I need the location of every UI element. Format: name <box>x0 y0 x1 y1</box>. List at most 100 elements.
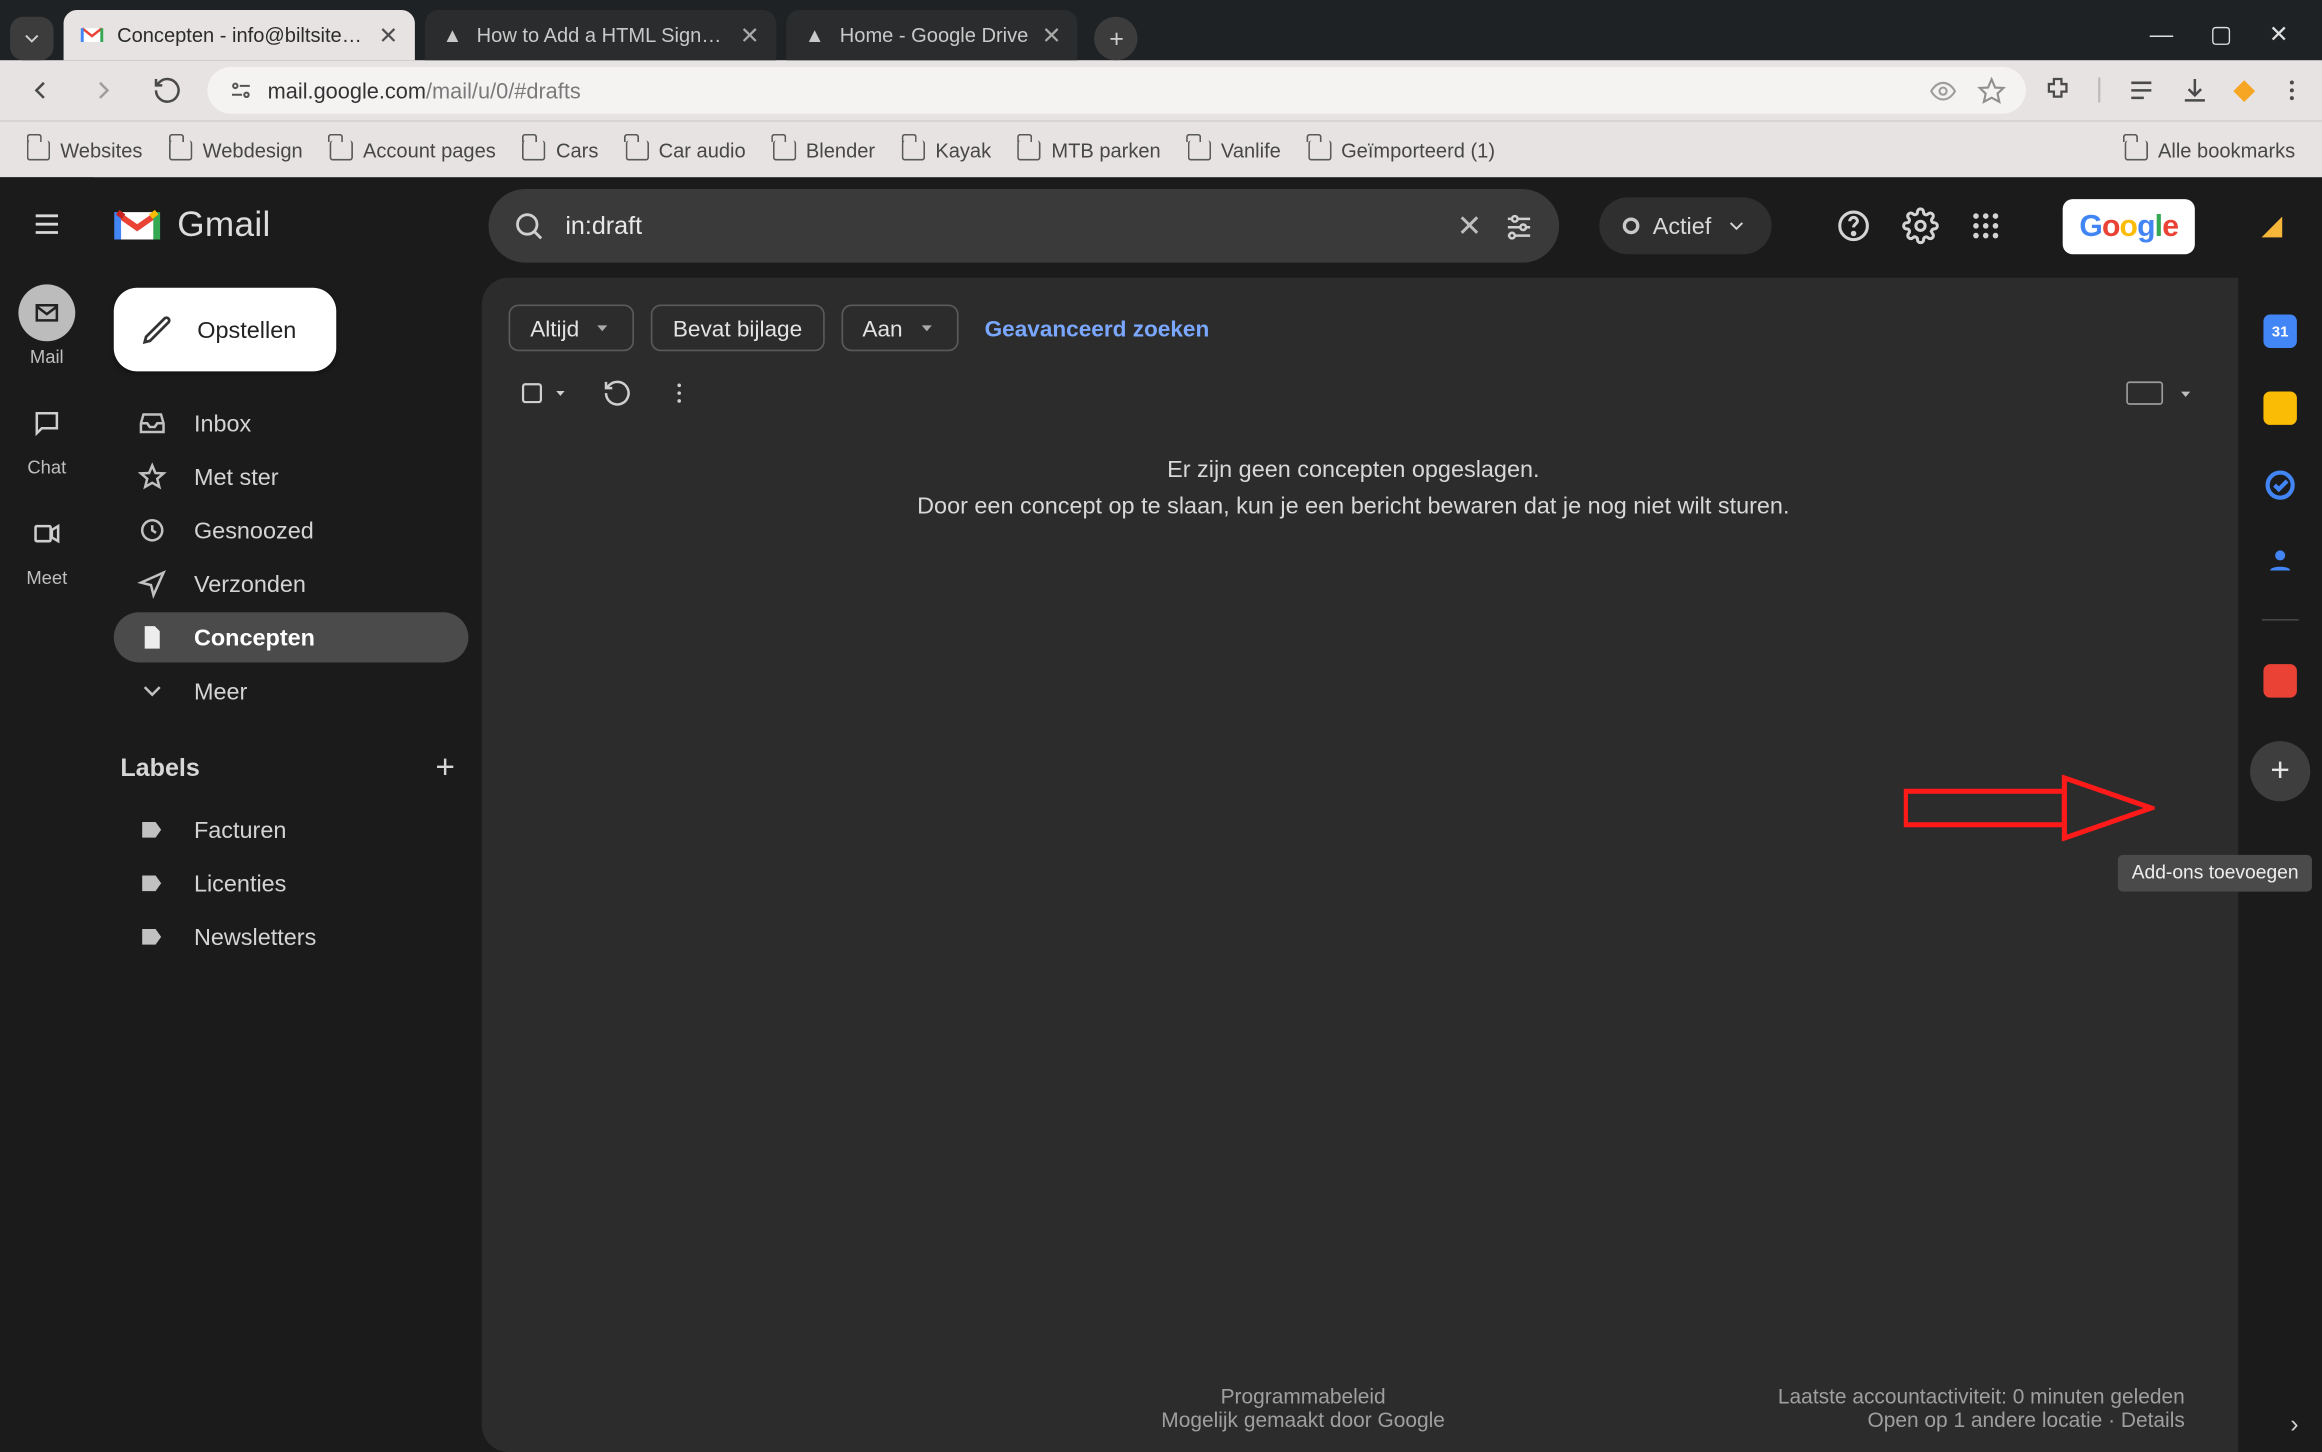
calendar-icon[interactable]: 31 <box>2263 315 2296 348</box>
browser-tab-active[interactable]: Concepten - info@biltsite.com ✕ <box>64 10 415 60</box>
nav-inbox[interactable]: Inbox <box>114 398 469 448</box>
addon-icon[interactable] <box>2263 664 2296 697</box>
chip-to[interactable]: Aan <box>841 304 958 351</box>
status-label: Actief <box>1653 212 1712 239</box>
rail-meet[interactable]: Meet <box>18 505 75 589</box>
chip-attachment[interactable]: Bevat bijlage <box>651 304 824 351</box>
bookmark-folder[interactable]: Account pages <box>330 138 496 161</box>
browser-tab-bar: Concepten - info@biltsite.com ✕ ▲ How to… <box>0 0 2322 60</box>
content-pane: Altijd Bevat bijlage Aan Geavanceerd zoe… <box>482 278 2239 1452</box>
rail-mail[interactable]: Mail <box>18 284 75 368</box>
bookmark-folder[interactable]: Cars <box>523 138 599 161</box>
downloads-icon[interactable] <box>2180 75 2210 105</box>
label-item[interactable]: Facturen <box>114 805 469 855</box>
close-icon[interactable]: ✕ <box>740 21 760 49</box>
content-footer: Programmabeleid Mogelijk gemaakt door Go… <box>498 1375 2208 1432</box>
clock-icon <box>137 515 167 545</box>
nav-snoozed[interactable]: Gesnoozed <box>114 505 469 555</box>
caret-down-icon[interactable] <box>2176 384 2194 402</box>
browser-tab[interactable]: ▲ Home - Google Drive ✕ <box>786 10 1078 60</box>
gmail-brand[interactable]: Gmail <box>114 206 449 246</box>
keep-icon[interactable] <box>2263 391 2296 424</box>
nav-more[interactable]: Meer <box>114 666 469 716</box>
close-window-button[interactable]: ✕ <box>2269 19 2289 47</box>
chevron-down-icon <box>1725 214 1748 237</box>
gmail-header: Gmail ✕ Actief Google <box>94 177 2322 274</box>
nav-starred[interactable]: Met ster <box>114 452 469 502</box>
contacts-icon[interactable] <box>2265 545 2295 575</box>
rail-chat-label: Chat <box>27 458 66 478</box>
bookmark-folder[interactable]: Blender <box>772 138 875 161</box>
bookmark-folder[interactable]: MTB parken <box>1018 138 1161 161</box>
drive-favicon-icon: ▲ <box>442 23 464 46</box>
settings-icon[interactable] <box>1902 207 1939 244</box>
main-menu-button[interactable] <box>13 191 80 258</box>
chevron-down-icon <box>137 676 167 706</box>
reading-list-icon[interactable] <box>2126 75 2156 105</box>
advanced-search-link[interactable]: Geavanceerd zoeken <box>985 315 1210 340</box>
account-details-link[interactable]: Open op 1 andere locatie · Details <box>1750 1409 2185 1432</box>
label-item[interactable]: Licenties <box>114 858 469 908</box>
tabs-menu-button[interactable] <box>10 17 53 60</box>
search-options-icon[interactable] <box>1502 209 1535 242</box>
chrome-menu-icon[interactable] <box>2278 77 2305 104</box>
search-bar[interactable]: ✕ <box>488 189 1559 263</box>
url-field[interactable]: mail.google.com/mail/u/0/#drafts <box>207 67 2025 114</box>
browser-tab[interactable]: ▲ How to Add a HTML Signature ✕ <box>425 10 776 60</box>
new-tab-button[interactable]: + <box>1095 17 1138 60</box>
bookmark-folder[interactable]: Webdesign <box>169 138 303 161</box>
firebase-icon[interactable]: ◆ <box>2233 74 2255 107</box>
empty-state: Er zijn geen concepten opgeslagen. Door … <box>498 425 2208 575</box>
chip-always[interactable]: Altijd <box>508 304 634 351</box>
bookmark-folder[interactable]: Kayak <box>902 138 991 161</box>
get-addons-button[interactable]: + <box>2250 741 2310 801</box>
account-chip[interactable]: Google <box>2063 198 2195 253</box>
minimize-button[interactable]: — <box>2150 19 2173 47</box>
forward-button[interactable] <box>80 67 127 114</box>
select-all-checkbox[interactable] <box>518 380 568 407</box>
bookmark-folder[interactable]: Vanlife <box>1187 138 1280 161</box>
bookmark-folder[interactable]: Car audio <box>625 138 746 161</box>
maximize-button[interactable]: ▢ <box>2210 19 2232 47</box>
drive-favicon-icon: ▲ <box>803 23 826 46</box>
labels-header: Labels + <box>114 749 469 801</box>
close-icon[interactable]: ✕ <box>379 21 399 49</box>
add-label-button[interactable]: + <box>435 749 455 787</box>
gmail-logo-icon <box>114 207 161 244</box>
address-bar: mail.google.com/mail/u/0/#drafts | ◆ <box>0 60 2322 120</box>
close-icon[interactable]: ✕ <box>1042 21 1062 49</box>
extensions-icon[interactable] <box>2042 75 2072 105</box>
window-controls: — ▢ ✕ <box>2150 19 2312 47</box>
rail-chat[interactable]: Chat <box>18 395 75 479</box>
reload-button[interactable] <box>144 67 191 114</box>
bookmark-folder[interactable]: Geïmporteerd (1) <box>1308 138 1495 161</box>
nav-sent[interactable]: Verzonden <box>114 559 469 609</box>
more-actions-button[interactable] <box>666 380 693 407</box>
compose-button[interactable]: Opstellen <box>114 288 337 372</box>
status-chip[interactable]: Actief <box>1599 197 1771 254</box>
clear-search-icon[interactable]: ✕ <box>1457 208 1482 243</box>
back-button[interactable] <box>17 67 64 114</box>
site-settings-icon[interactable] <box>228 77 255 104</box>
eye-icon[interactable] <box>1928 76 1956 104</box>
collapse-panel-button[interactable]: › <box>2290 1410 2298 1438</box>
bookmark-folder[interactable]: Websites <box>27 138 143 161</box>
program-policy-link[interactable]: Programmabeleid <box>856 1385 1749 1408</box>
input-tools-icon[interactable] <box>2126 381 2163 404</box>
star-icon <box>137 462 167 492</box>
send-icon <box>137 569 167 599</box>
tab-title: How to Add a HTML Signature <box>477 23 727 46</box>
apps-icon[interactable] <box>1969 209 2002 242</box>
empty-line1: Er zijn geen concepten opgeslagen. <box>498 452 2208 488</box>
label-item[interactable]: Newsletters <box>114 912 469 962</box>
nav-drafts[interactable]: Concepten <box>114 612 469 662</box>
all-bookmarks-button[interactable]: Alle bookmarks <box>2125 138 2296 161</box>
search-input[interactable] <box>565 212 1436 240</box>
bookmarks-bar: Websites Webdesign Account pages Cars Ca… <box>0 120 2322 177</box>
label-icon <box>137 923 167 950</box>
star-icon[interactable] <box>1977 76 2005 104</box>
refresh-button[interactable] <box>602 378 632 408</box>
help-icon[interactable] <box>1835 207 1872 244</box>
tasks-icon[interactable] <box>2263 468 2296 501</box>
search-icon <box>512 209 545 242</box>
